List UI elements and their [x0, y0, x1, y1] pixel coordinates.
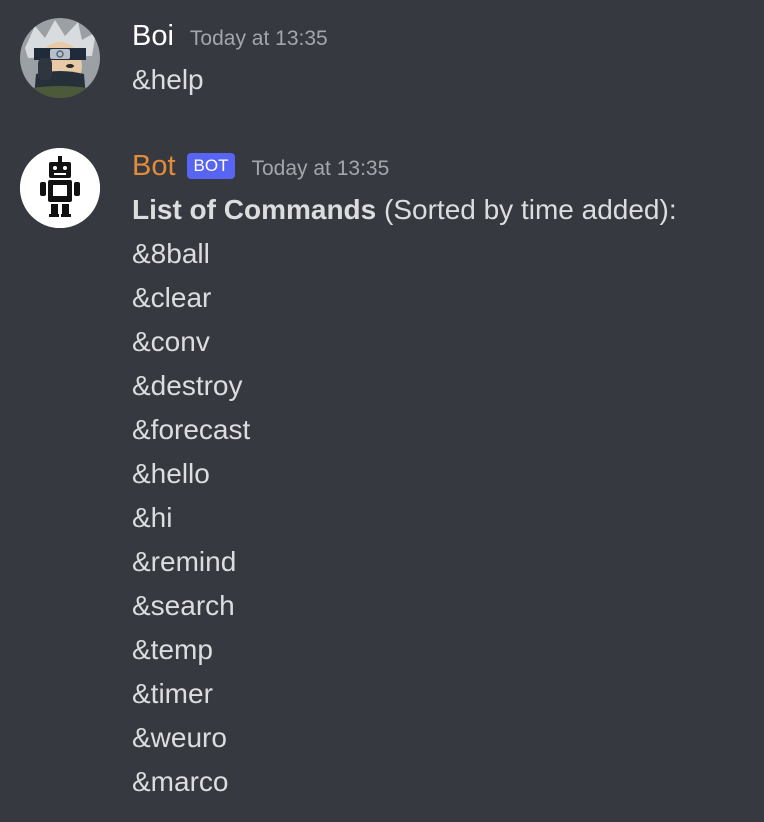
command-item: &remind [132, 546, 237, 577]
message-header: Boi Today at 13:35 [132, 18, 328, 54]
timestamp: Today at 13:35 [251, 157, 390, 180]
command-item: &clear [132, 282, 212, 313]
commands-heading: List of Commands (Sorted by time added): [132, 188, 677, 232]
commands-heading-rest: (Sorted by time added): [376, 194, 677, 225]
username[interactable]: Boi [132, 18, 174, 54]
command-item: &hi [132, 502, 173, 533]
command-item: &conv [132, 326, 210, 357]
chat-messages: Boi Today at 13:35 &help Bot BOT Today a… [0, 0, 764, 822]
message-header: Bot BOT Today at 13:35 [132, 148, 389, 184]
commands-heading-bold: List of Commands [132, 194, 377, 225]
command-item: &timer [132, 678, 213, 709]
robot-avatar-icon[interactable] [20, 148, 100, 228]
username[interactable]: Bot [132, 148, 176, 184]
timestamp: Today at 13:35 [189, 27, 328, 50]
message-content: List of Commands (Sorted by time added):… [132, 188, 677, 804]
command-item: &8ball [132, 238, 210, 269]
command-item: &temp [132, 634, 213, 665]
command-item: &marco [132, 766, 229, 797]
ninja-avatar-icon[interactable] [20, 18, 100, 98]
command-item: &destroy [132, 370, 243, 401]
command-item: &weuro [132, 722, 227, 753]
bot-badge: BOT [186, 153, 236, 179]
command-item: &forecast [132, 414, 251, 445]
message-content: &help [132, 64, 204, 95]
command-item: &search [132, 590, 235, 621]
command-item: &hello [132, 458, 210, 489]
